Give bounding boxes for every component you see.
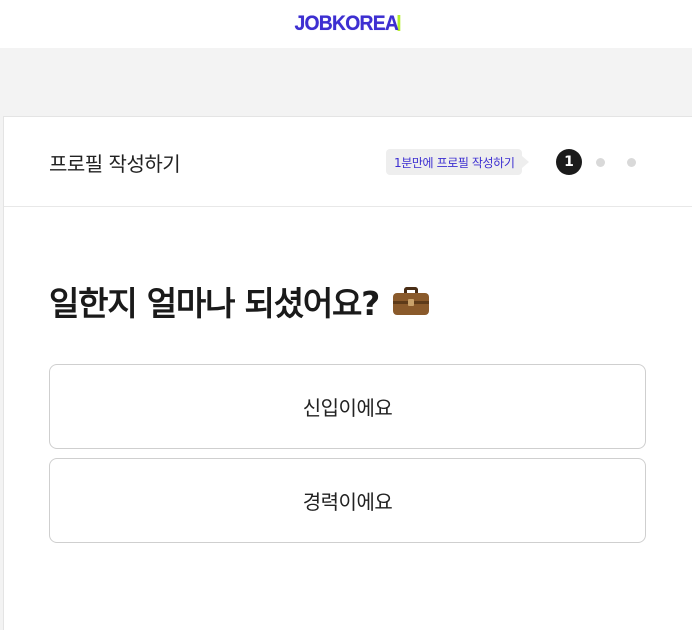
- option-newcomer-button[interactable]: 신입이에요: [49, 364, 646, 449]
- question-heading: 일한지 얼마나 되셨어요?: [49, 277, 430, 325]
- option-label: 경력이에요: [302, 490, 393, 514]
- option-experienced-button[interactable]: 경력이에요: [49, 458, 646, 543]
- card-header: 프로필 작성하기 1분만에 프로필 작성하기 1: [4, 117, 692, 207]
- page-title: 프로필 작성하기: [49, 152, 181, 176]
- logo-text: JOBKORE: [294, 12, 385, 35]
- question-text: 일한지 얼마나 되셨어요?: [49, 284, 380, 323]
- profile-card: 프로필 작성하기 1분만에 프로필 작성하기 1 일한지 얼마나 되셨어요? 신…: [3, 116, 692, 630]
- step-indicator-3: [627, 158, 636, 167]
- option-label: 신입이에요: [302, 396, 393, 420]
- step-tooltip: 1분만에 프로필 작성하기: [386, 149, 530, 175]
- briefcase-icon: [393, 287, 430, 315]
- logo-accent: A: [384, 12, 399, 35]
- step-indicator-2: [596, 158, 605, 167]
- top-header: JOBKOREA: [0, 0, 692, 48]
- step-indicator-1: 1: [556, 149, 582, 175]
- jobkorea-logo[interactable]: JOBKOREA: [294, 12, 398, 36]
